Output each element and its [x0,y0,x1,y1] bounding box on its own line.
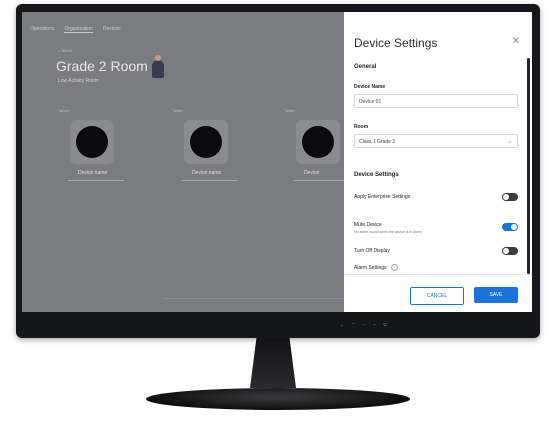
device-name: Device [304,170,320,176]
apply-enterprise-toggle[interactable] [502,193,518,201]
turn-off-display-toggle[interactable] [502,247,518,255]
screen: Operations Organization Devices < BACK G… [22,12,532,312]
alarm-settings-row[interactable]: Alarm Settings ? [354,264,398,271]
help-icon[interactable]: ? [390,264,398,271]
device-name-field[interactable]: Device 01 [354,94,518,108]
chevron-up-icon[interactable]: ⌃ [351,322,354,327]
toggle-knob [503,194,509,200]
device-type-label: Tablet [172,108,183,113]
divider [68,180,124,181]
device-status-icon [302,126,334,158]
device-card[interactable]: Tablet Device name [172,108,252,248]
device-tile[interactable] [296,120,340,164]
page-subtitle: Low Activity Room [58,78,99,84]
device-name-value: Device 01 [359,99,382,105]
monitor-stand-neck [250,338,296,388]
room-value: Class 1 Grade 2 [359,139,396,145]
chevron-down-icon[interactable]: ⌄ [340,322,343,327]
tab-devices[interactable]: Devices [103,26,121,33]
back-link[interactable]: < BACK [58,48,72,53]
alarm-settings-label: Alarm Settings [354,264,387,271]
device-name-label: Device Name [354,84,386,90]
room-select[interactable]: Class 1 Grade 2 ⌄ [354,134,518,148]
mute-device-toggle[interactable] [502,223,518,231]
mute-device-help: No alarm sound when the device is in ala… [354,230,422,234]
scrollbar[interactable] [527,58,530,274]
room-label: Room [354,124,369,130]
toggle-knob [511,224,517,230]
monitor-stand-base [146,388,410,410]
avatar [152,55,164,78]
device-name: Device name [78,170,108,176]
mute-device-label: Mute Device [354,222,382,228]
divider [182,180,238,181]
device-settings-panel: Device Settings ✕ General Device Name De… [344,12,532,312]
device-name: Device name [192,170,222,176]
toggle-knob [503,248,509,254]
power-icon[interactable]: ⏻ [383,322,386,327]
apply-enterprise-label: Apply Enterprise Settings [354,194,411,200]
device-tile[interactable] [184,120,228,164]
device-tile[interactable] [70,120,114,164]
section-device-settings: Device Settings [354,172,399,178]
panel-title: Device Settings [354,36,438,50]
device-type-label: Tablet [58,108,69,113]
save-button[interactable]: SAVE [474,287,518,303]
cancel-button[interactable]: CANCEL [410,287,464,305]
plus-icon[interactable]: + [373,322,375,327]
divider [294,180,350,181]
panel-footer: CANCEL SAVE [344,274,532,312]
device-card[interactable]: Tablet Device name [58,108,138,248]
tab-operations[interactable]: Operations [30,26,54,33]
device-status-icon [76,126,108,158]
tab-organization[interactable]: Organization [64,26,93,33]
device-status-icon [190,126,222,158]
close-icon[interactable]: ✕ [512,36,520,47]
chevron-down-icon: ⌄ [506,139,512,145]
minus-icon[interactable]: − [363,322,365,327]
app-tabs: Operations Organization Devices [30,26,121,33]
turn-off-display-label: Turn Off Display [354,248,390,254]
section-general: General [354,64,377,70]
monitor-controls: ⌄ ⌃ − + ⏻ [340,322,387,327]
page-title: Grade 2 Room C [56,58,162,74]
